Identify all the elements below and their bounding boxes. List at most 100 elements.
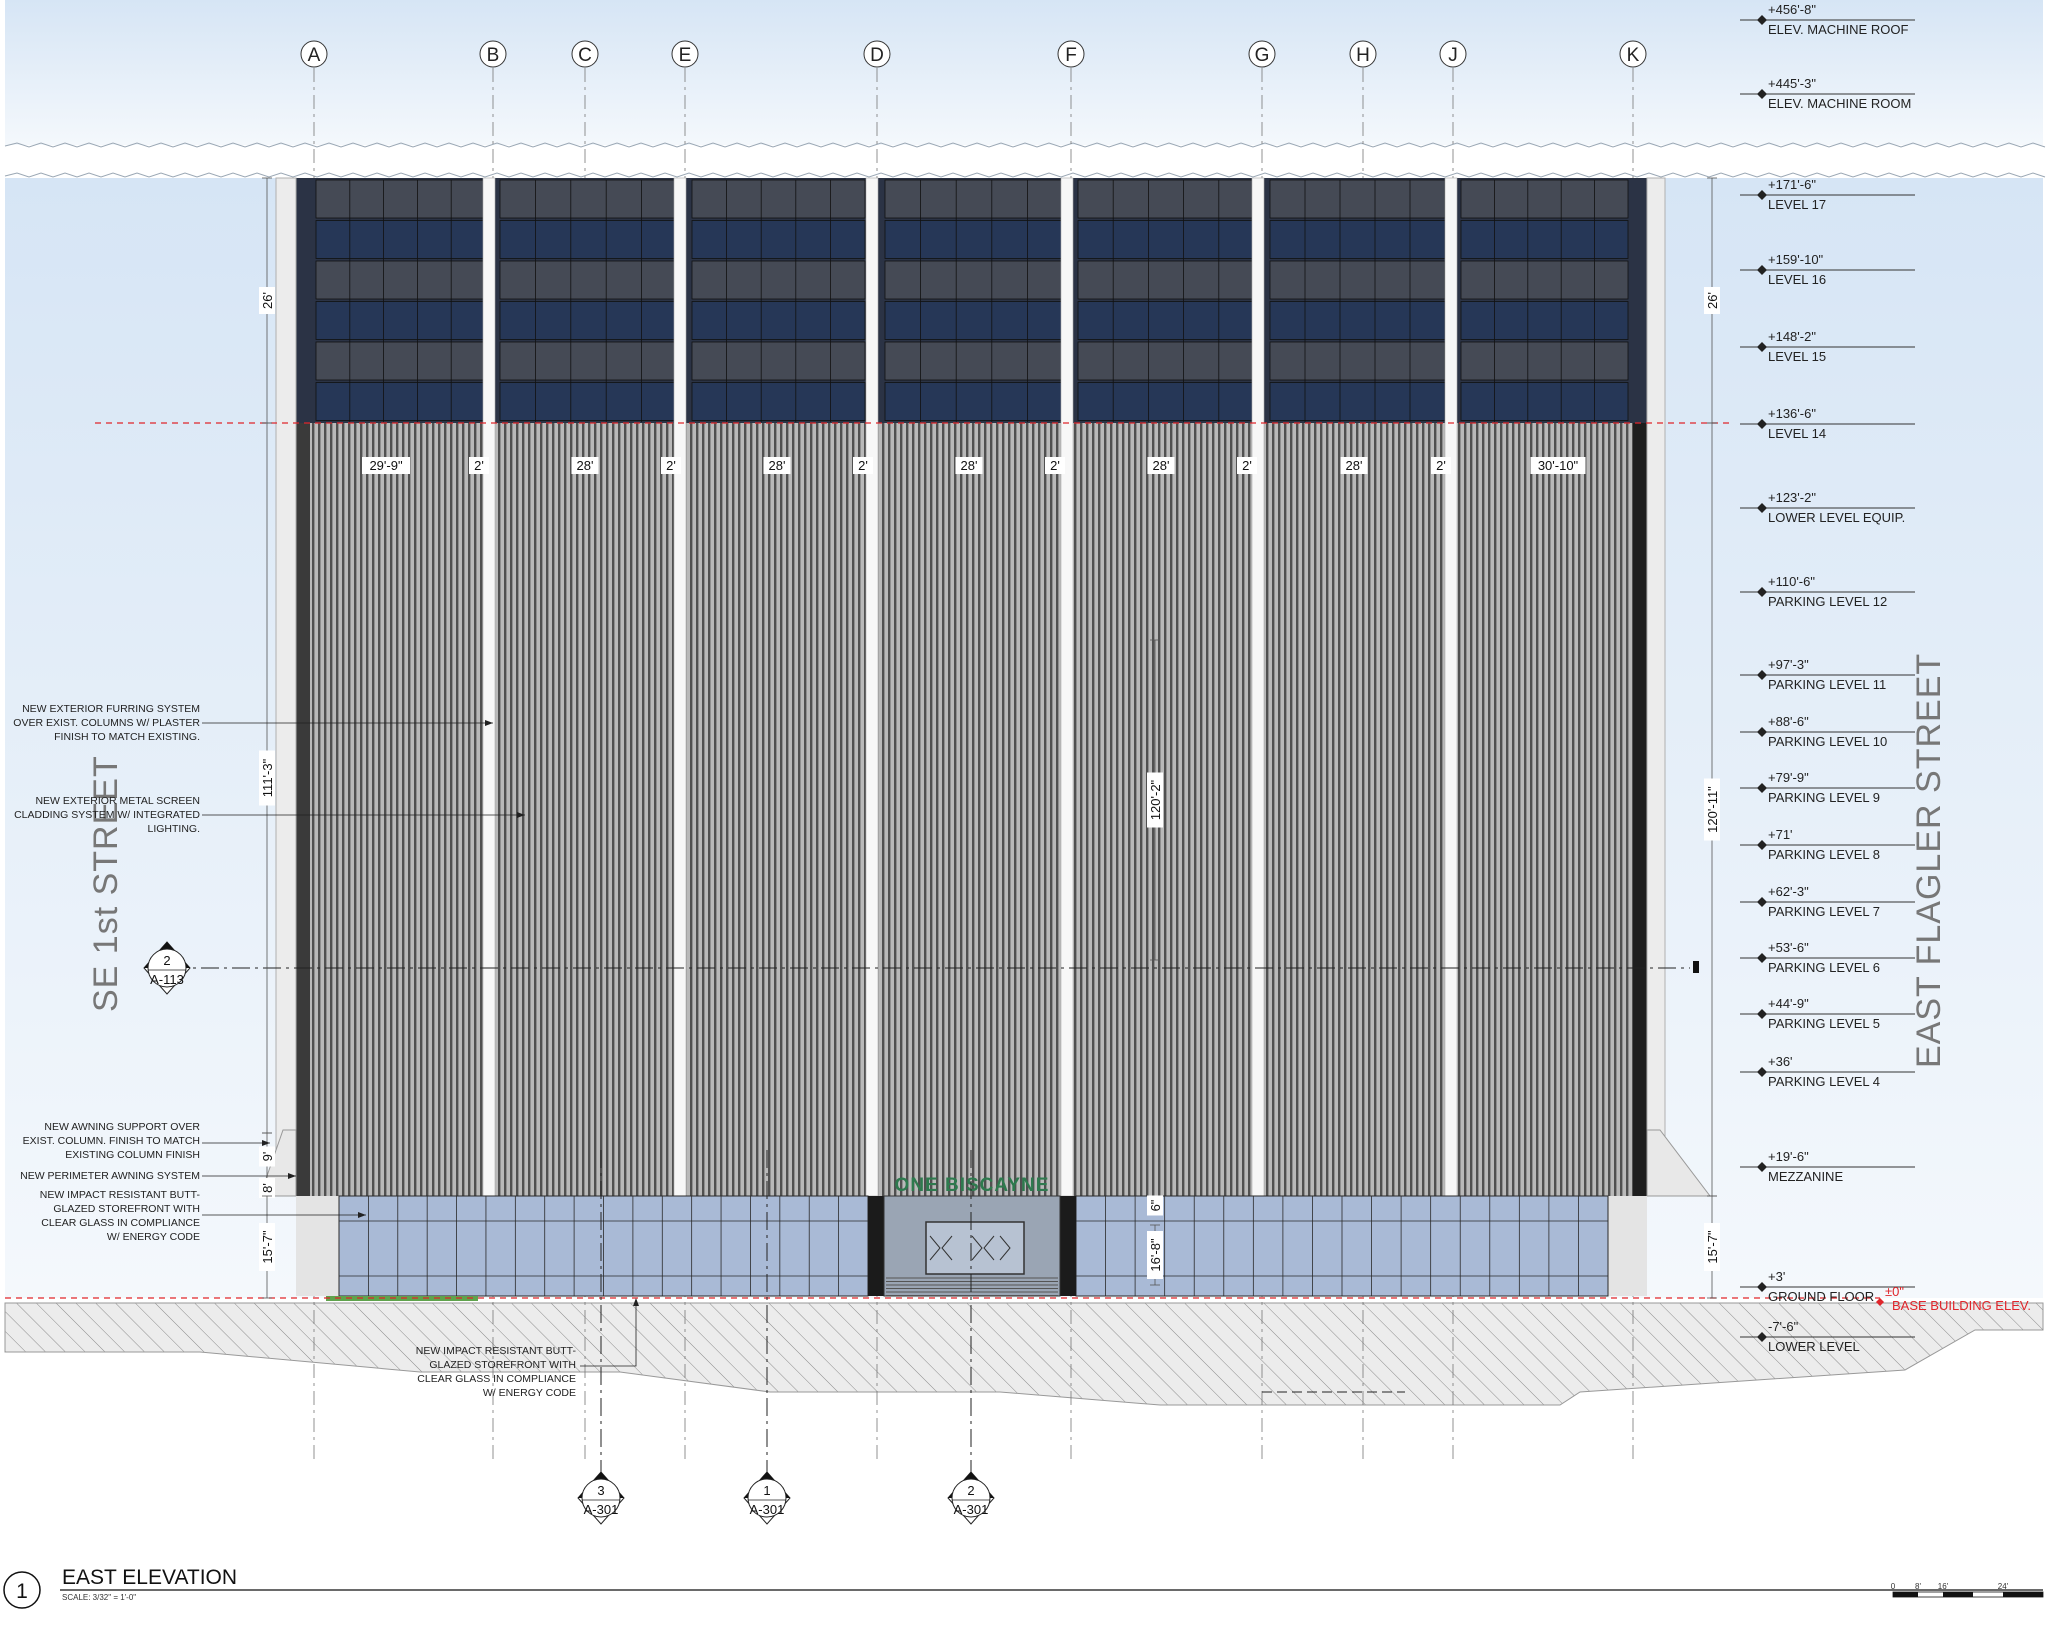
entry-jamb-right [1060, 1196, 1076, 1296]
section-marker-number: 3 [597, 1483, 604, 1498]
curtain-wall-panel [1077, 260, 1255, 300]
grid-letter: D [870, 45, 884, 66]
grid-letter: J [1448, 45, 1458, 66]
curtain-wall-panel [315, 260, 486, 300]
note-storefront-bottom-line: W/ ENERGY CODE [483, 1387, 576, 1399]
section-marker-number: 1 [763, 1483, 770, 1498]
curtain-wall-panel [691, 179, 866, 219]
note-screen-line: LIGHTING. [147, 823, 200, 835]
note-storefront-left-line: W/ ENERGY CODE [107, 1231, 200, 1243]
note-furring-line: FINISH TO MATCH EXISTING. [54, 731, 200, 743]
level-name: PARKING LEVEL 4 [1768, 1074, 1880, 1089]
dim-left-111: 111'-3" [260, 758, 275, 797]
level-elevation: +123'-2" [1768, 490, 1816, 505]
grid-letter: F [1065, 45, 1077, 66]
metal-screen-cladding [296, 423, 1647, 1196]
scale-tick-label: 24' [1998, 1582, 2009, 1591]
curtain-wall-panel [1077, 301, 1255, 340]
column-pier [1060, 177, 1074, 1197]
level-elevation: +19'-6" [1768, 1149, 1809, 1164]
curtain-wall-panel [499, 341, 678, 381]
curtain-wall-panel [691, 301, 866, 340]
curtain-wall-panel [691, 220, 866, 259]
section-marker-sheet: A-113 [150, 972, 184, 987]
bay-dimension: 29'-9" [369, 458, 403, 473]
note-furring-line: OVER EXIST. COLUMNS W/ PLASTER [13, 717, 200, 729]
note-awning-support-line: EXISTING COLUMN FINISH [65, 1149, 200, 1161]
entry-jamb-left [868, 1196, 884, 1296]
level-name: PARKING LEVEL 5 [1768, 1016, 1880, 1031]
screen-edge-right [1633, 423, 1647, 1196]
dim-right-15: 15'-7" [1705, 1230, 1720, 1264]
building-sign: ONE BISCAYNE [895, 1175, 1050, 1196]
column-pier [673, 177, 687, 1197]
curtain-wall-panel [499, 382, 678, 421]
section-cut-end [1693, 961, 1699, 973]
drawing-number: 1 [16, 1580, 28, 1603]
base-elev-name: BASE BUILDING ELEV. [1892, 1298, 2031, 1313]
bay-dimension: 2' [666, 458, 676, 473]
curtain-wall-panel [499, 220, 678, 259]
drawing-title-block: 1 EAST ELEVATION SCALE: 3/32" = 1'-0" [3, 1566, 2043, 1609]
bay-dimension: 30'-10" [1538, 458, 1579, 473]
curtain-wall-panel [884, 301, 1064, 340]
curtain-wall-panel [1460, 179, 1629, 219]
section-marker-number: 2 [967, 1483, 974, 1498]
level-elevation: +88'-6" [1768, 714, 1809, 729]
grid-letter: A [308, 45, 321, 66]
curtain-wall-panel [1077, 382, 1255, 421]
curtain-wall-panel [315, 220, 486, 259]
note-awning-support-line: EXIST. COLUMN. FINISH TO MATCH [23, 1135, 200, 1147]
note-screen-line: CLADDING SYSTEM W/ INTEGRATED [14, 809, 200, 821]
level-name: LOWER LEVEL EQUIP. [1768, 510, 1905, 525]
note-storefront-bottom-line: CLEAR GLASS IN COMPLIANCE [417, 1373, 576, 1385]
ground-section-hatch [4, 1302, 2044, 1406]
level-elevation: +110'-6" [1768, 574, 1815, 589]
note-awning-support-line: NEW AWNING SUPPORT OVER [44, 1121, 200, 1133]
level-elevation: +53'-6" [1768, 940, 1809, 955]
level-elevation: +71' [1768, 827, 1793, 842]
note-storefront-left-line: NEW IMPACT RESISTANT BUTT- [40, 1189, 201, 1201]
curtain-wall-panel [1269, 179, 1446, 219]
curtain-wall-panel [1269, 301, 1446, 340]
scale-tick-label: 16' [1938, 1582, 1949, 1591]
scale-tick-label: 8' [1915, 1582, 1921, 1591]
level-elevation: +171'-6" [1768, 177, 1816, 192]
level-name: LEVEL 15 [1768, 349, 1826, 364]
dim-left-8: 8' [260, 1183, 275, 1193]
drawing-scale: SCALE: 3/32" = 1'-0" [62, 1593, 136, 1602]
level-name: PARKING LEVEL 9 [1768, 790, 1880, 805]
base-elev-value: ±0" [1885, 1284, 1904, 1299]
grid-letter: H [1356, 45, 1370, 66]
section-marker-sheet: A-301 [584, 1502, 619, 1517]
bay-dimension: 2' [1242, 458, 1252, 473]
curtain-wall-panel [1460, 220, 1629, 259]
column-pier [482, 177, 496, 1197]
level-name: PARKING LEVEL 7 [1768, 904, 1880, 919]
level-elevation: +148'-2" [1768, 329, 1816, 344]
upper-sky [5, 0, 2043, 145]
note-storefront-bottom-line: GLAZED STOREFRONT WITH [429, 1359, 576, 1371]
level-name: PARKING LEVEL 10 [1768, 734, 1887, 749]
note-storefront-left-line: CLEAR GLASS IN COMPLIANCE [41, 1217, 200, 1229]
curtain-wall-panel [315, 382, 486, 421]
level-elevation: +136'-6" [1768, 406, 1816, 421]
curtain-wall-panel [884, 341, 1064, 381]
drawing-title: EAST ELEVATION [62, 1566, 237, 1589]
scale-tick-label: 0 [1891, 1582, 1896, 1591]
level-name: LEVEL 14 [1768, 426, 1826, 441]
dim-left-26: 26' [260, 292, 275, 309]
dim-left-15: 15'-7" [260, 1230, 275, 1264]
street-label-right: EAST FLAGLER STREET [1910, 653, 1948, 1068]
level-name: ELEV. MACHINE ROOF [1768, 22, 1908, 37]
bay-dimension: 28' [961, 458, 978, 473]
grid-letter: G [1255, 45, 1270, 66]
street-label-left: SE 1st STREET [87, 755, 125, 1012]
curtain-wall-panel [691, 341, 866, 381]
left-side-wall [275, 177, 297, 1197]
curtain-wall-panel [1269, 260, 1446, 300]
level-elevation: +79'-9" [1768, 770, 1809, 785]
level-elevation: +159'-10" [1768, 252, 1824, 267]
level-elevation: +36' [1768, 1054, 1793, 1069]
dim-left-9: 9' [260, 1152, 275, 1162]
